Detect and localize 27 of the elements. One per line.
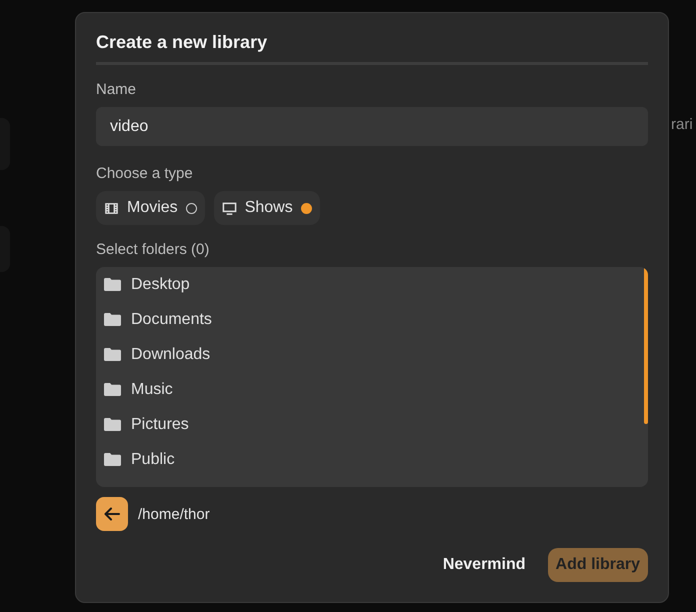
name-field[interactable]: video — [96, 107, 648, 146]
folder-icon — [104, 383, 121, 396]
back-button[interactable] — [96, 497, 128, 531]
folder-icon — [104, 453, 121, 466]
background-text: rari — [671, 116, 693, 133]
folder-name[interactable]: Documents — [131, 310, 212, 328]
folder-name[interactable]: Music — [131, 380, 173, 398]
type-option[interactable]: Shows — [214, 191, 320, 225]
folder-icon — [104, 348, 121, 361]
arrow-left-icon — [104, 507, 120, 521]
cancel-button[interactable]: Nevermind — [434, 548, 534, 582]
type-option[interactable]: Movies — [96, 191, 205, 225]
folder-name[interactable]: Desktop — [131, 276, 190, 294]
folder-icon — [104, 418, 121, 431]
folder-name[interactable]: Public — [131, 450, 175, 468]
film-icon — [104, 200, 119, 216]
folders-label: Select folders (0) — [96, 241, 210, 258]
folder-name[interactable]: Pictures — [131, 416, 189, 434]
monitor-icon — [222, 200, 237, 216]
folder-icon — [104, 278, 121, 291]
folder-name[interactable]: Downloads — [131, 346, 210, 364]
field-label: Name — [96, 81, 138, 98]
type-label: Choose a type — [96, 165, 194, 182]
folder-icon — [104, 313, 121, 326]
dialog-title: Create a new library — [96, 32, 648, 65]
scrollbar[interactable] — [644, 267, 648, 424]
current-path: /home/thor — [138, 506, 210, 522]
